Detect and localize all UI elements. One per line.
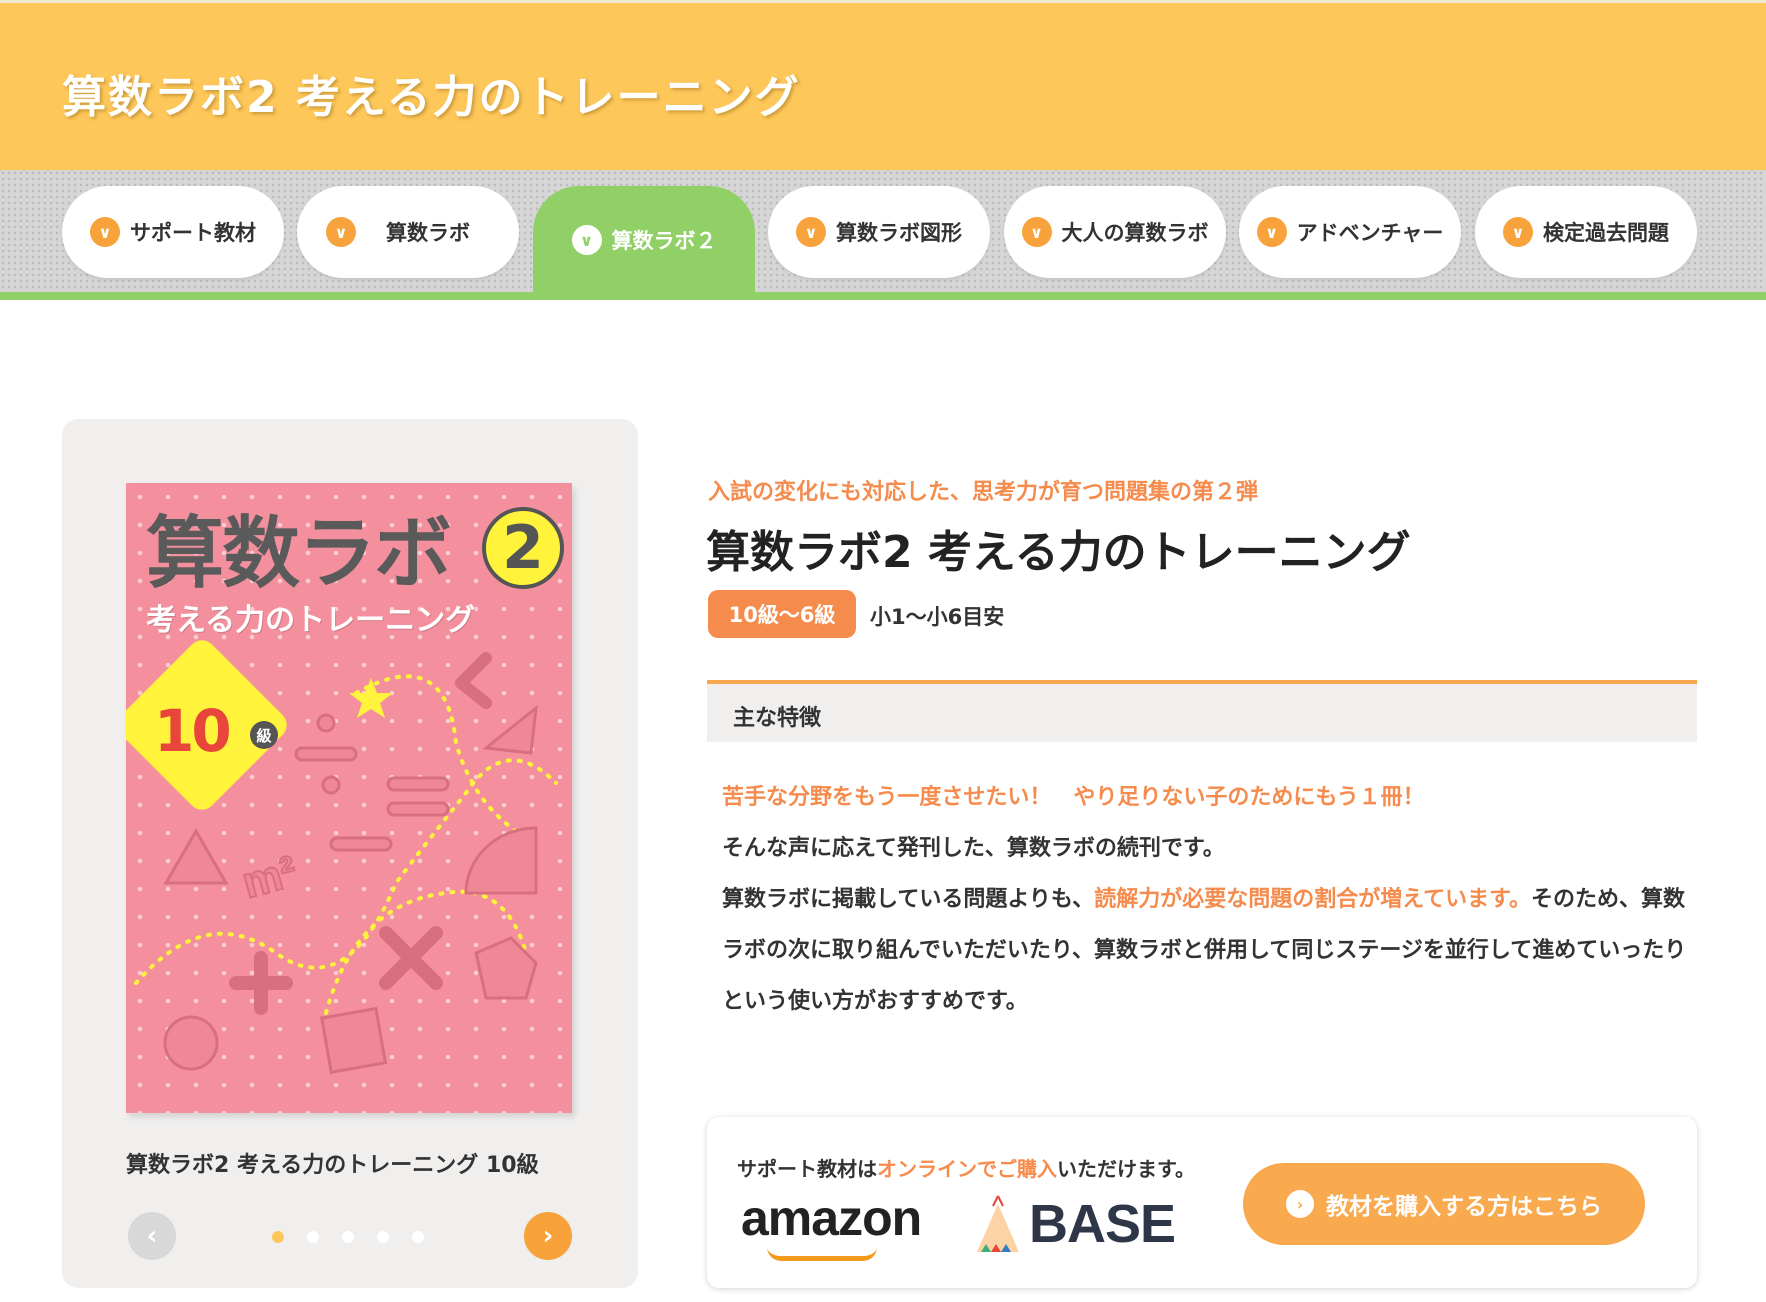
features-header: 主な特徴 [707, 680, 1697, 742]
chevron-down-icon: ∨ [90, 217, 120, 247]
tab-support[interactable]: ∨ サポート教材 [62, 186, 284, 278]
chevron-right-icon: › [542, 1221, 554, 1251]
base-wordmark: BASE [1029, 1194, 1176, 1254]
description-highlight: 苦手な分野をもう一度させたい！ やり足りない子のためにもう１冊！ [722, 785, 1425, 810]
chevron-down-icon: ∨ [796, 217, 826, 247]
tab-label: サポート教材 [130, 221, 256, 245]
tab-kentei-kakomon[interactable]: ∨ 検定過去問題 [1475, 186, 1697, 278]
category-nav: ∨ サポート教材 ∨ 算数ラボ ∨ 算数ラボ２ ∨ 算数ラボ図形 ∨ 大人の算数… [0, 170, 1766, 294]
product-gallery: m² 算数ラボ 2 考える力のトレーニング 10 級 算数ラボ2 考える力のトレ… [62, 419, 638, 1288]
site-header: 算数ラボ2 考える力のトレーニング [0, 0, 1766, 170]
svg-text:m²: m² [237, 847, 302, 908]
book-cover-image[interactable]: m² 算数ラボ 2 考える力のトレーニング 10 級 [126, 483, 572, 1113]
slide-dot[interactable] [342, 1231, 354, 1243]
tab-label: 大人の算数ラボ [1061, 221, 1209, 245]
slide-dot[interactable] [272, 1231, 284, 1243]
tab-sansu-lab-zukei[interactable]: ∨ 算数ラボ図形 [768, 186, 990, 278]
cover-grade: 10 [154, 697, 232, 765]
site-title[interactable]: 算数ラボ2 考える力のトレーニング [62, 61, 801, 125]
product-description: 苦手な分野をもう一度させたい！ やり足りない子のためにもう１冊！ そんな声に応え… [722, 772, 1692, 1027]
tab-label: 算数ラボ [386, 221, 470, 245]
cover-number: 2 [482, 507, 564, 589]
tab-label: アドベンチャー [1296, 221, 1444, 245]
prev-slide-button[interactable]: ‹ [128, 1212, 176, 1260]
next-slide-button[interactable]: › [524, 1212, 572, 1260]
purchase-button[interactable]: › 教材を購入する方はこちら [1243, 1163, 1645, 1245]
base-logo[interactable]: BASE [975, 1193, 1176, 1255]
tab-otona-sansu-lab[interactable]: ∨ 大人の算数ラボ [1004, 186, 1226, 278]
purchase-text-highlight: オンラインでご購入 [877, 1157, 1057, 1181]
grade-note: 小1〜小6目安 [870, 605, 1005, 629]
slide-dot[interactable] [307, 1231, 319, 1243]
tab-sansu-lab[interactable]: ∨ 算数ラボ [297, 186, 519, 278]
tab-label: 算数ラボ図形 [836, 221, 962, 245]
nav-underline [0, 292, 1766, 300]
purchase-text: サポート教材はオンラインでご購入いただけます。 [737, 1153, 1195, 1182]
cover-title: 算数ラボ [146, 509, 452, 599]
amazon-smile-icon [767, 1247, 877, 1261]
description-highlight: 読解力が必要な問題の割合が増えています。 [1094, 887, 1531, 912]
chevron-down-icon: ∨ [1503, 217, 1533, 247]
purchase-button-label: 教材を購入する方はこちら [1326, 1194, 1602, 1220]
chevron-down-icon: ∨ [326, 217, 356, 247]
features-label: 主な特徴 [733, 706, 822, 731]
slide-caption: 算数ラボ2 考える力のトレーニング 10級 [126, 1153, 539, 1178]
chevron-left-icon: ‹ [146, 1221, 158, 1251]
product-title: 算数ラボ2 考える力のトレーニング [706, 527, 1411, 578]
slide-dot[interactable] [412, 1231, 424, 1243]
cover-subtitle: 考える力のトレーニング [146, 603, 476, 638]
grade-badge: 10級〜6級 [708, 590, 856, 638]
tent-icon [977, 1195, 1019, 1252]
purchase-text-part: サポート教材は [737, 1157, 877, 1181]
tab-sansu-lab-2[interactable]: ∨ 算数ラボ２ [533, 186, 755, 294]
description-text: 算数ラボに掲載している問題よりも、 [722, 887, 1095, 912]
tab-label: 検定過去問題 [1543, 221, 1669, 245]
slide-dots [272, 1231, 424, 1243]
chevron-down-icon: ∨ [1256, 217, 1287, 247]
purchase-box: サポート教材はオンラインでご購入いただけます。 amazon BASE › 教材… [707, 1117, 1697, 1288]
slide-dot[interactable] [377, 1231, 389, 1243]
chevron-down-icon: ∨ [571, 225, 602, 255]
description-paragraph: 算数ラボに掲載している問題よりも、読解力が必要な問題の割合が増えています。そのた… [722, 874, 1692, 1027]
purchase-text-part: いただけます。 [1057, 1157, 1195, 1181]
chevron-right-icon: › [1286, 1190, 1314, 1218]
tab-label: 算数ラボ２ [611, 229, 717, 253]
tab-adventure[interactable]: ∨ アドベンチャー [1239, 186, 1461, 278]
product-catchphrase: 入試の変化にも対応した、思考力が育つ問題集の第２弾 [708, 480, 1259, 505]
amazon-logo[interactable]: amazon [741, 1189, 922, 1247]
cover-grade-unit: 級 [250, 721, 278, 749]
description-line: そんな声に応えて発刊した、算数ラボの続刊です。 [722, 836, 1225, 861]
chevron-down-icon: ∨ [1021, 217, 1052, 247]
